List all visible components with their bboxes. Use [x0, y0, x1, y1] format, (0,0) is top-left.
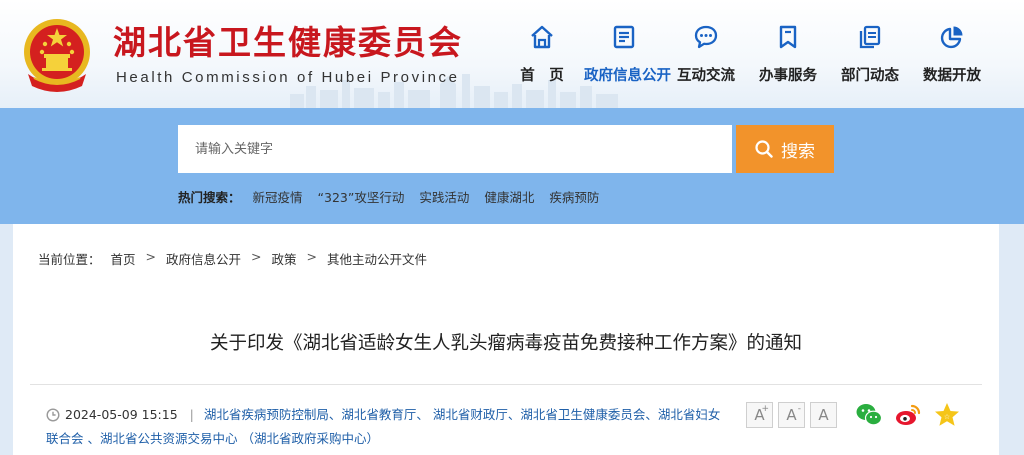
- home-icon: [531, 25, 553, 49]
- font-size-controls: A + A- A: [746, 402, 842, 428]
- breadcrumb-label: 当前位置：: [38, 252, 101, 267]
- hot-search-link[interactable]: 新冠疫情: [253, 187, 303, 206]
- search-button-label: 搜索: [781, 141, 815, 162]
- nav-item-label: 互动交流: [677, 68, 735, 84]
- site-header: 湖北省卫生健康委员会 Health Commission of Hubei Pr…: [0, 0, 1024, 108]
- copy-icon: [859, 25, 881, 49]
- nav-item-label: 数据开放: [923, 68, 981, 84]
- meta-separator: |: [189, 407, 194, 422]
- hot-search-link[interactable]: “323”攻坚行动: [318, 187, 405, 206]
- wechat-icon[interactable]: [855, 401, 883, 429]
- search-button[interactable]: 搜索: [736, 125, 834, 173]
- breadcrumb-separator: >: [306, 249, 318, 264]
- document-icon: [613, 25, 635, 49]
- svg-text:☆: ☆: [944, 413, 950, 421]
- main-nav: 首 页 政府信息公开 互动交流 办事服务 部门动态 数据开放: [502, 20, 1014, 90]
- font-reset-button[interactable]: A: [810, 402, 837, 428]
- font-decrease-button[interactable]: A-: [778, 402, 805, 428]
- hot-search-link[interactable]: 健康湖北: [484, 187, 534, 206]
- share-bar: ☆: [855, 401, 972, 429]
- pie-chart-icon: [940, 26, 963, 49]
- nav-item-label: 办事服务: [759, 68, 817, 84]
- article-title: 关于印发《湖北省适龄女生人乳头瘤病毒疫苗免费接种工作方案》的通知: [209, 333, 802, 354]
- publish-date: 2024-05-09 15:15: [65, 407, 178, 422]
- breadcrumb-link-gov-info[interactable]: 政府信息公开: [166, 249, 241, 268]
- clock-icon: [46, 408, 60, 422]
- site-title: 湖北省卫生健康委员会: [113, 23, 463, 62]
- hot-searches-label: 热门搜索：: [178, 190, 241, 205]
- nav-item-open-data[interactable]: 数据开放: [912, 20, 992, 90]
- breadcrumb-link-home[interactable]: 首页: [111, 249, 136, 268]
- nav-item-gov-info[interactable]: 政府信息公开: [584, 20, 671, 90]
- nav-item-home[interactable]: 首 页: [502, 20, 582, 90]
- divider: [30, 384, 982, 385]
- nav-item-services[interactable]: 办事服务: [748, 20, 828, 90]
- font-increase-button[interactable]: A +: [746, 402, 773, 428]
- breadcrumb: 当前位置： 首页 > 政府信息公开 > 政策 > 其他主动公开文件: [38, 249, 427, 268]
- article-card: 当前位置： 首页 > 政府信息公开 > 政策 > 其他主动公开文件 关于印发《湖…: [13, 224, 999, 455]
- national-emblem-icon: [24, 19, 90, 92]
- hot-searches: 热门搜索： 新冠疫情 “323”攻坚行动 实践活动 健康湖北 疾病预防: [178, 187, 614, 206]
- bookmark-icon: [779, 25, 797, 49]
- hot-search-link[interactable]: 疾病预防: [549, 187, 599, 206]
- site-subtitle: Health Commission of Hubei Province: [116, 69, 460, 86]
- chat-bubble-icon: [694, 25, 718, 49]
- search-input[interactable]: [178, 125, 732, 173]
- breadcrumb-link-other-docs[interactable]: 其他主动公开文件: [327, 249, 427, 268]
- breadcrumb-separator: >: [251, 249, 262, 264]
- article-meta: 2024-05-09 15:15 | 湖北省疾病预防控制局、湖北省教育厅、 湖北省财…: [46, 403, 726, 451]
- nav-item-dept-news[interactable]: 部门动态: [830, 20, 910, 90]
- nav-item-label: 首 页: [520, 68, 564, 84]
- nav-item-interaction[interactable]: 互动交流: [666, 20, 746, 90]
- hot-search-link[interactable]: 实践活动: [419, 187, 469, 206]
- search-icon: [755, 140, 773, 158]
- breadcrumb-separator: >: [145, 249, 157, 264]
- weibo-icon[interactable]: [894, 401, 922, 429]
- nav-item-label: 政府信息公开: [584, 68, 671, 84]
- breadcrumb-link-policy[interactable]: 政策: [272, 249, 297, 268]
- nav-item-label: 部门动态: [841, 68, 899, 84]
- favorite-star-icon[interactable]: ☆: [933, 401, 961, 429]
